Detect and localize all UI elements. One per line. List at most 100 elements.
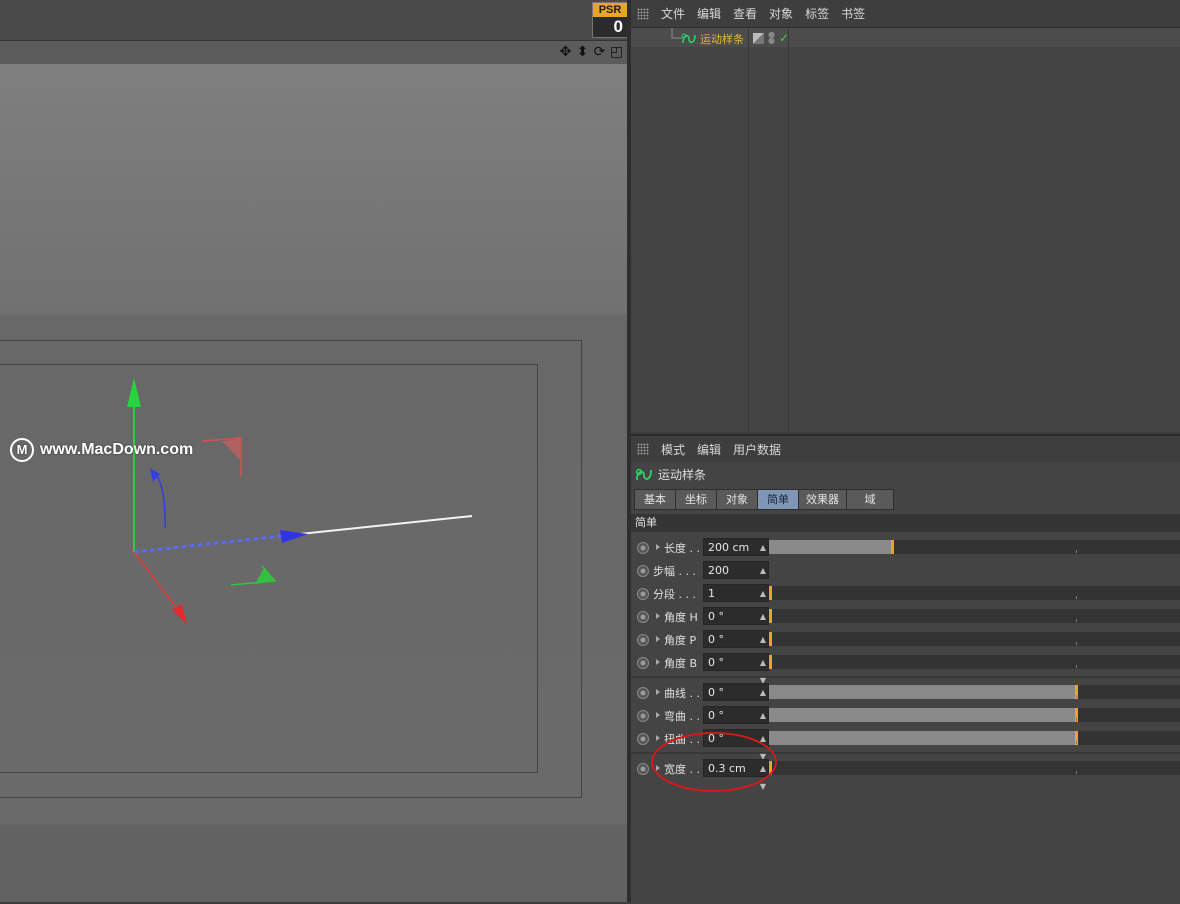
- attribute-manager-menubar: 模式 编辑 用户数据: [631, 436, 1180, 462]
- param-value: 200 cm: [708, 541, 750, 554]
- slider-knob[interactable]: [769, 632, 772, 646]
- param-value-field[interactable]: 0 °▲▼: [703, 683, 769, 715]
- param-label: 弯曲 . .: [664, 710, 700, 723]
- tab-simple[interactable]: 简单: [757, 489, 799, 510]
- watermark-logo: M: [10, 438, 34, 462]
- param-label: 角度 H: [664, 611, 698, 624]
- object-flags: ● ● ✓: [753, 31, 789, 45]
- expand-triangle-icon[interactable]: [656, 613, 660, 619]
- param-slider[interactable]: [769, 761, 1180, 775]
- tab-basic[interactable]: 基本: [634, 489, 676, 510]
- param-row-angle-h: 角度 H 0 °▲▼: [631, 606, 1180, 639]
- layer-icon[interactable]: [753, 32, 764, 44]
- param-row-angle-p: 角度 P 0 °▲▼: [631, 629, 1180, 662]
- menu-mode[interactable]: 模式: [661, 441, 685, 458]
- z-axis-arrow[interactable]: [172, 604, 187, 624]
- keyframe-radio[interactable]: [637, 733, 649, 745]
- param-row-segments: 分段 . . . 1▲▼: [631, 583, 1180, 616]
- rotation-arc-blue[interactable]: [153, 470, 166, 529]
- keyframe-radio[interactable]: [637, 611, 649, 623]
- expand-triangle-icon[interactable]: [656, 659, 660, 665]
- expand-triangle-icon[interactable]: [656, 712, 660, 718]
- tab-effectors[interactable]: 效果器: [798, 489, 847, 510]
- expand-triangle-icon[interactable]: [656, 689, 660, 695]
- z-axis-line[interactable]: [133, 551, 177, 608]
- param-label: 长度 . .: [664, 542, 700, 555]
- param-label: 角度 B: [664, 657, 698, 670]
- menu-bookmarks[interactable]: 书签: [841, 5, 865, 22]
- param-slider[interactable]: [769, 655, 1180, 669]
- y-axis-arrow[interactable]: [127, 378, 141, 407]
- menu-edit[interactable]: 编辑: [697, 441, 721, 458]
- attribute-tabs: 基本 坐标 对象 简单 效果器 域: [634, 489, 894, 510]
- param-slider[interactable]: [769, 731, 1180, 745]
- expand-triangle-icon[interactable]: [656, 544, 660, 550]
- param-slider[interactable]: [769, 540, 1180, 554]
- visibility-dots-icon[interactable]: ● ●: [768, 31, 775, 45]
- x-axis-line[interactable]: [133, 534, 283, 554]
- keyframe-radio[interactable]: [637, 588, 649, 600]
- menu-file[interactable]: 文件: [661, 5, 685, 22]
- object-item[interactable]: 运动样条: [681, 31, 744, 47]
- x-axis-arrow[interactable]: [280, 530, 308, 543]
- menu-object[interactable]: 对象: [769, 5, 793, 22]
- keyframe-radio[interactable]: [637, 657, 649, 669]
- column-divider: [748, 28, 749, 432]
- menu-view[interactable]: 查看: [733, 5, 757, 22]
- param-slider[interactable]: [769, 708, 1180, 722]
- 3d-viewport[interactable]: PSR 0 ✥ ⬍ ⟳ ◰ M www.MacDown.com: [0, 0, 627, 902]
- menu-user-data[interactable]: 用户数据: [733, 441, 781, 458]
- tab-fields[interactable]: 域: [846, 489, 894, 510]
- keyframe-radio[interactable]: [637, 687, 649, 699]
- param-label: 角度 P: [664, 634, 697, 647]
- param-value-field[interactable]: 200▲▼: [703, 561, 769, 593]
- highlight-circle: [651, 732, 777, 792]
- tab-object[interactable]: 对象: [716, 489, 758, 510]
- param-value-field[interactable]: 0 °▲▼: [703, 607, 769, 639]
- watermark-text: www.MacDown.com: [40, 441, 194, 458]
- object-name: 运动样条: [700, 33, 744, 46]
- param-value-field[interactable]: 0 °▲▼: [703, 630, 769, 662]
- param-value: 0 °: [708, 686, 724, 699]
- tab-coordinates[interactable]: 坐标: [675, 489, 717, 510]
- menu-edit[interactable]: 编辑: [697, 5, 721, 22]
- param-value: 1: [708, 587, 715, 600]
- param-value: 0 °: [708, 656, 724, 669]
- param-row-curve: 曲线 . .0 °▲▼: [631, 682, 1180, 715]
- param-row-length: 长度 . .200 cm▲▼: [631, 537, 1180, 570]
- expand-triangle-icon[interactable]: [656, 735, 660, 741]
- grip-icon[interactable]: [637, 443, 649, 455]
- param-value-field[interactable]: 0 °▲▼: [703, 653, 769, 685]
- attribute-manager: 模式 编辑 用户数据 运动样条 基本 坐标 对象 简单 效果器 域 简单 长度 …: [631, 434, 1180, 904]
- section-header: 简单: [631, 514, 1180, 532]
- column-divider: [788, 28, 789, 432]
- param-row-step: 步幅 . . . 200▲▼: [631, 560, 1180, 593]
- slider-knob[interactable]: [769, 586, 772, 600]
- keyframe-radio[interactable]: [637, 763, 649, 775]
- watermark: M www.MacDown.com: [10, 438, 193, 462]
- param-label: 曲线 . .: [664, 687, 700, 700]
- param-label: 步幅 . . .: [653, 565, 696, 578]
- param-slider[interactable]: [769, 586, 1180, 600]
- grip-icon[interactable]: [637, 7, 649, 20]
- object-manager-menubar: 文件 编辑 查看 对象 标签 书签: [631, 0, 1180, 28]
- param-slider[interactable]: [769, 609, 1180, 623]
- keyframe-radio[interactable]: [637, 710, 649, 722]
- keyframe-radio[interactable]: [637, 634, 649, 646]
- slider-knob[interactable]: [769, 609, 772, 623]
- group-separator: [631, 676, 1180, 678]
- param-value: 200: [708, 564, 729, 577]
- slider-knob[interactable]: [769, 655, 772, 669]
- param-value-field[interactable]: 1▲▼: [703, 584, 769, 616]
- param-slider[interactable]: [769, 685, 1180, 699]
- expand-triangle-icon[interactable]: [656, 636, 660, 642]
- param-value-field[interactable]: 200 cm▲▼: [703, 538, 769, 570]
- menu-tags[interactable]: 标签: [805, 5, 829, 22]
- slider-knob[interactable]: [891, 540, 894, 554]
- keyframe-radio[interactable]: [637, 565, 649, 577]
- param-slider[interactable]: [769, 632, 1180, 646]
- param-value-field[interactable]: 0 °▲▼: [703, 706, 769, 738]
- keyframe-radio[interactable]: [637, 542, 649, 554]
- spline-icon: [681, 33, 696, 44]
- param-value: 0 °: [708, 633, 724, 646]
